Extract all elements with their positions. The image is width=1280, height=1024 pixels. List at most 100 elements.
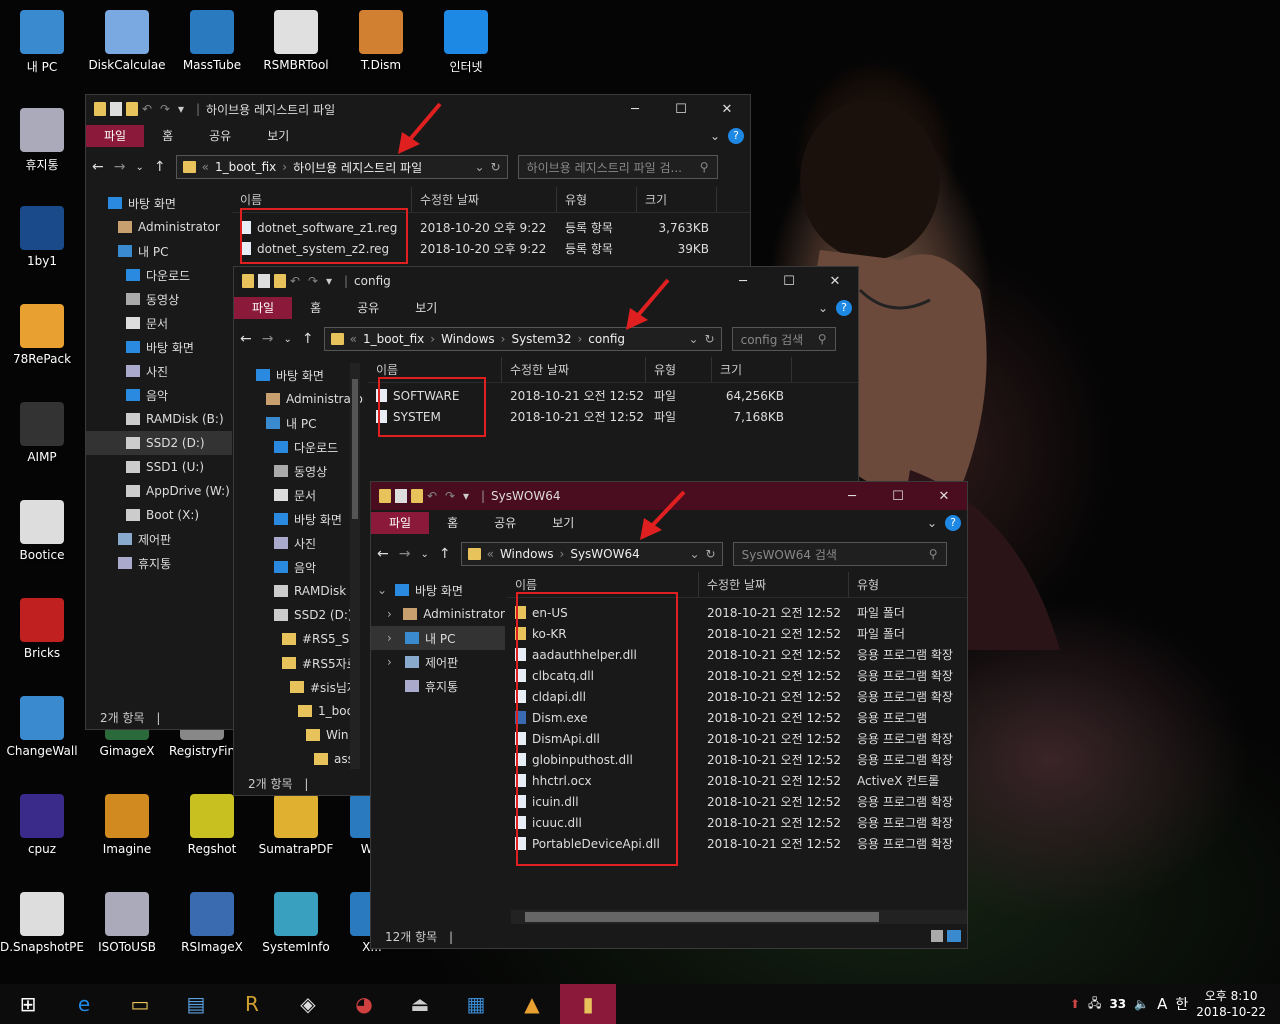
desktop-icon[interactable]: Bootice <box>0 500 84 562</box>
nav-item[interactable]: › 내 PC <box>371 626 505 650</box>
close-button[interactable]: ✕ <box>704 95 750 123</box>
minimize-button[interactable]: ─ <box>612 95 658 123</box>
usb-drive-icon[interactable]: ⏏ <box>392 984 448 1024</box>
minimize-button[interactable]: ─ <box>720 267 766 295</box>
forward-icon[interactable]: → <box>114 159 126 175</box>
nav-item[interactable]: 바탕 화면 <box>108 191 232 215</box>
desktop-icon[interactable]: T.Dism <box>339 10 423 72</box>
new-folder-icon[interactable] <box>126 102 138 116</box>
nav-item[interactable]: Administrator <box>256 387 364 411</box>
nav-item[interactable]: Administrator <box>108 215 232 239</box>
nav-item[interactable]: SSD1 (U:) <box>108 455 232 479</box>
nav-item[interactable]: 문서 <box>256 483 364 507</box>
expand-chevron-icon[interactable]: › <box>387 631 399 645</box>
file-explorer-icon[interactable]: ▭ <box>112 984 168 1024</box>
desktop-icon[interactable]: 휴지통 <box>0 108 84 173</box>
desktop-icon[interactable]: Imagine <box>85 794 169 856</box>
details-view-icon[interactable] <box>931 930 943 942</box>
undo-icon[interactable]: ↶ <box>427 489 441 503</box>
nav-item[interactable]: › Administrator <box>377 602 505 626</box>
close-button[interactable]: ✕ <box>812 267 858 295</box>
column-type[interactable]: 유형 <box>557 187 637 212</box>
desktop-icon[interactable]: Regshot <box>170 794 254 856</box>
tab-share[interactable]: 공유 <box>339 297 397 319</box>
address-bar[interactable]: « 1_boot_fix › 하이브용 레지스트리 파일 ⌄ ↻ <box>175 155 508 179</box>
clock[interactable]: 오후 8:10 2018-10-22 <box>1196 988 1266 1020</box>
redo-icon[interactable]: ↷ <box>308 274 322 288</box>
tab-view[interactable]: 보기 <box>397 297 455 319</box>
desktop-icon[interactable]: DiskCalculae <box>85 10 169 72</box>
title-bar[interactable]: ↶ ↷ ▾ | config ─ ☐ ✕ <box>234 267 858 295</box>
nav-item[interactable]: Win <box>256 723 364 747</box>
back-icon[interactable]: ← <box>240 331 252 347</box>
qat-dropdown-icon[interactable]: ▾ <box>178 102 188 116</box>
nav-item[interactable]: ⌄ 바탕 화면 <box>377 578 505 602</box>
tab-home[interactable]: 홈 <box>292 297 339 319</box>
expand-chevron-icon[interactable]: › <box>387 607 397 621</box>
column-date[interactable]: 수정한 날짜 <box>502 357 646 382</box>
nav-item[interactable]: 휴지통 <box>377 674 505 698</box>
nav-item[interactable]: ass <box>256 747 364 771</box>
breadcrumb-item[interactable]: 1_boot_fix <box>215 160 276 174</box>
nav-item[interactable]: 동영상 <box>108 287 232 311</box>
breadcrumb-item[interactable]: System32 <box>511 332 571 346</box>
up-icon[interactable]: ↑ <box>302 331 314 347</box>
desktop-icon[interactable]: SumatraPDF <box>254 794 338 856</box>
aimp-icon[interactable]: ▲ <box>504 984 560 1024</box>
tab-view[interactable]: 보기 <box>249 125 307 147</box>
language-indicator[interactable]: 한 <box>1175 994 1188 1014</box>
undo-icon[interactable]: ↶ <box>142 102 156 116</box>
address-dropdown-icon[interactable]: ⌄ <box>688 332 698 346</box>
search-input[interactable]: config 검색 ⚲ <box>731 327 836 351</box>
close-button[interactable]: ✕ <box>921 482 967 510</box>
desktop-icon[interactable]: MassTube <box>170 10 254 72</box>
expand-chevron-icon[interactable]: › <box>387 655 399 669</box>
desktop-icon[interactable]: cpuz <box>0 794 84 856</box>
breadcrumb-item[interactable]: 하이브용 레지스트리 파일 <box>293 159 422 176</box>
redo-icon[interactable]: ↷ <box>160 102 174 116</box>
nav-item[interactable]: 1_boo <box>256 699 364 723</box>
back-icon[interactable]: ← <box>377 546 389 562</box>
breadcrumb-item[interactable]: Windows <box>441 332 495 346</box>
breadcrumb-item[interactable]: SysWOW64 <box>570 547 639 561</box>
help-icon[interactable]: ? <box>728 128 744 144</box>
help-icon[interactable]: ? <box>836 300 852 316</box>
expand-ribbon-icon[interactable]: ⌄ <box>710 129 720 143</box>
ie-icon[interactable]: e <box>56 984 112 1024</box>
new-folder-icon[interactable] <box>411 489 423 503</box>
nav-item[interactable]: 내 PC <box>256 411 364 435</box>
recent-dropdown-icon[interactable]: ⌄ <box>283 334 291 345</box>
nav-item[interactable]: 제어판 <box>108 527 232 551</box>
notepad-icon[interactable]: ▤ <box>168 984 224 1024</box>
breadcrumb-item[interactable]: config <box>588 332 625 346</box>
undo-icon[interactable]: ↶ <box>290 274 304 288</box>
bootice-icon[interactable]: ◈ <box>280 984 336 1024</box>
address-dropdown-icon[interactable]: ⌄ <box>689 547 699 561</box>
up-icon[interactable]: ↑ <box>439 546 451 562</box>
column-type[interactable]: 유형 <box>646 357 712 382</box>
tiles-view-icon[interactable] <box>947 930 961 942</box>
network-icon[interactable]: 🖧 <box>1088 994 1101 1015</box>
changewall-icon[interactable]: ▦ <box>448 984 504 1024</box>
nav-item[interactable]: 바탕 화면 <box>256 363 364 387</box>
desktop-icon[interactable]: Bricks <box>0 598 84 660</box>
nav-item[interactable]: #sis님자 <box>256 675 364 699</box>
maximize-button[interactable]: ☐ <box>766 267 812 295</box>
navigation-pane[interactable]: 바탕 화면 Administrator 내 PC 다운로드 동영상 문서 바탕 화면 사진 음악… <box>234 363 364 773</box>
nav-item[interactable]: › 제어판 <box>377 650 505 674</box>
desktop-icon[interactable]: ISOToUSB <box>85 892 169 954</box>
nav-item[interactable]: 바탕 화면 <box>256 507 364 531</box>
refresh-icon[interactable]: ↻ <box>705 332 715 346</box>
redo-icon[interactable]: ↷ <box>445 489 459 503</box>
nav-item[interactable]: 다운로드 <box>108 263 232 287</box>
desktop-icon[interactable]: 78RePack <box>0 304 84 366</box>
refresh-icon[interactable]: ↻ <box>491 160 501 174</box>
nav-item[interactable]: #RS5자료 <box>256 651 364 675</box>
desktop-icon[interactable]: 내 PC <box>0 10 84 75</box>
desktop-icon[interactable]: SystemInfo <box>254 892 338 954</box>
column-size[interactable]: 크기 <box>712 357 792 382</box>
help-icon[interactable]: ? <box>945 515 961 531</box>
desktop-icon[interactable]: AIMP <box>0 402 84 464</box>
forward-icon[interactable]: → <box>262 331 274 347</box>
column-date[interactable]: 수정한 날짜 <box>412 187 557 212</box>
